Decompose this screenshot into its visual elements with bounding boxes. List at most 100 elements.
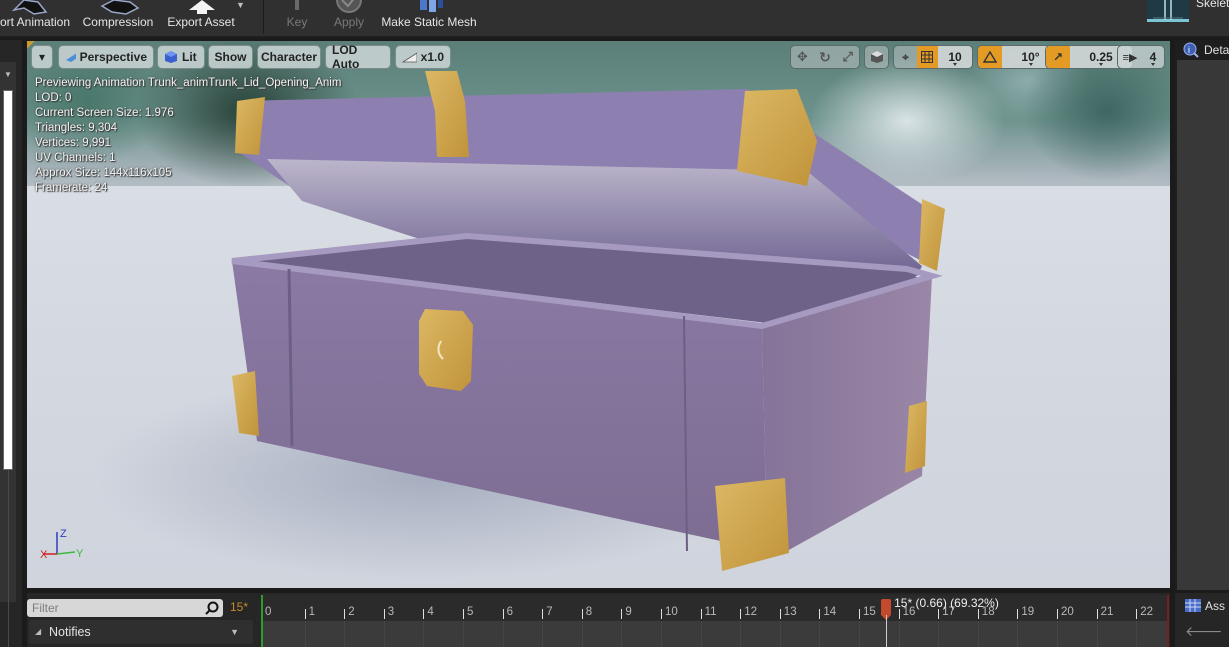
scale-mode-button[interactable]: ⤢ — [836, 46, 859, 68]
axis-gizmo-icon: Z Y X — [40, 528, 84, 561]
timeline-tick-label: 8 — [585, 606, 593, 618]
timeline-gridline — [581, 621, 583, 647]
notifies-track-header[interactable]: ◢ Notifies ▼ — [29, 620, 253, 644]
timeline-tick-label: 4 — [427, 606, 434, 618]
notifies-label: Notifies — [49, 625, 91, 639]
timeline-track[interactable]: 0 1 2 3 4 5 6 7 8 9 10 11 12 13 14 15 16 17 18 19 20 21 22 15*… — [261, 595, 1169, 647]
notifies-dropdown-icon[interactable]: ▼ — [230, 620, 239, 644]
camera-speed-value-label: 4 — [1149, 50, 1157, 64]
timeline-gridline — [621, 621, 623, 647]
key-icon — [295, 0, 299, 10]
compression-icon — [100, 0, 140, 15]
collapse-triangle-icon[interactable]: ◢ — [35, 620, 41, 644]
details-panel-body — [1177, 60, 1229, 590]
timeline-tick — [621, 609, 623, 619]
timeline-tick — [661, 609, 662, 619]
key-button[interactable]: Key — [280, 0, 314, 36]
make-static-mesh-button[interactable]: Make Static Mesh — [380, 0, 478, 36]
timeline-tick — [779, 609, 781, 619]
coordinate-system-button[interactable] — [864, 45, 889, 69]
axis-z-label: Z — [60, 528, 67, 540]
surface-snap-icon: ⌖ — [902, 49, 909, 64]
transform-mode-group: ✥ ↻ ⤢ — [790, 45, 860, 69]
toolbar-label: Compression — [82, 15, 154, 29]
make-static-mesh-icon — [420, 0, 443, 12]
timeline-gridline — [304, 621, 306, 647]
timeline-tick — [304, 609, 306, 619]
notifies-track-body[interactable] — [263, 621, 1169, 647]
timeline-tick — [700, 609, 702, 619]
playback-speed-label: x1.0 — [420, 50, 444, 64]
angle-icon — [983, 51, 997, 63]
preview-viewport[interactable]: ▾ Perspective Lit Show Character LOD Aut… — [27, 41, 1170, 588]
move-arrows-icon: ✥ — [796, 49, 808, 64]
camera-speed-button[interactable]: ≡▶ 4 — [1117, 45, 1165, 69]
rotate-mode-button[interactable]: ↻ — [814, 46, 837, 68]
timeline-gridline — [423, 621, 425, 647]
timeline-gridline — [740, 621, 742, 647]
playback-speed-button[interactable]: x1.0 — [395, 45, 451, 69]
grid-icon — [921, 51, 934, 63]
character-button[interactable]: Character — [257, 45, 321, 69]
surface-snap-button[interactable]: ⌖ — [894, 46, 917, 68]
playhead-scrubber[interactable] — [881, 599, 892, 620]
perspective-button[interactable]: Perspective — [58, 45, 154, 69]
timeline-gridline — [977, 621, 979, 647]
asset-browser-tab[interactable]: Ass — [1185, 597, 1225, 615]
timeline-tick — [344, 609, 346, 619]
compression-button[interactable]: Compression — [80, 0, 156, 36]
camera-speed-icon-wrap: ≡▶ — [1118, 46, 1142, 68]
skeleton-thumbnail[interactable] — [1147, 0, 1189, 22]
asset-browser-label: Ass — [1205, 599, 1226, 613]
translate-mode-button[interactable]: ✥ — [791, 46, 814, 68]
left-panel-dropdown-arrow[interactable]: ▼ — [4, 70, 12, 79]
vertices-text: Vertices: 9,991 — [35, 137, 112, 149]
asset-nav: 🡐🡒 — [1185, 623, 1229, 640]
timeline-end-marker[interactable] — [1167, 595, 1169, 647]
timeline-tick-label: 1 — [308, 606, 315, 618]
scale-snap-toggle[interactable]: ↗ — [1046, 46, 1070, 68]
timeline-tick-label: 6 — [506, 606, 513, 618]
show-label: Show — [214, 50, 247, 64]
timeline-tick — [1096, 609, 1098, 619]
export-asset-button[interactable]: Export Asset — [163, 0, 239, 36]
grid-snap-value[interactable]: 10 — [938, 46, 972, 68]
timeline-filter-input[interactable]: Filter — [27, 599, 223, 617]
approx-size-text: Approx Size: 144x116x105 — [35, 167, 172, 179]
rotation-snap-toggle[interactable] — [978, 46, 1002, 68]
export-animation-icon — [11, 0, 48, 15]
timeline-tick — [938, 609, 940, 619]
timeline-tick-label: 14 — [823, 606, 837, 618]
camera-speed-icon: ≡▶ — [1122, 51, 1138, 64]
timeline-ruler[interactable]: 0 1 2 3 4 5 6 7 8 9 10 11 12 13 14 15 16 17 18 19 20 21 22 — [263, 595, 1169, 621]
left-panel-divider — [8, 470, 9, 647]
show-button[interactable]: Show — [208, 45, 253, 69]
timeline-tick — [819, 609, 821, 619]
timeline-tick-label: 21 — [1100, 606, 1114, 618]
scale-snap-value-label: 0.25 — [1089, 50, 1113, 64]
back-arrow-icon[interactable]: 🡐 — [1185, 623, 1229, 639]
asset-toolbar: ort Animation Compression Export Asset ▼… — [0, 0, 1229, 38]
asset-browser-panel: Ass 🡐🡒 — [1175, 593, 1229, 647]
lit-button[interactable]: Lit — [157, 45, 205, 69]
timeline-tick-label: 15 — [863, 606, 876, 618]
export-animation-button[interactable]: ort Animation — [0, 0, 74, 36]
timeline-tick — [423, 609, 425, 619]
toolbar-separator — [263, 0, 264, 34]
lock-plate — [419, 309, 473, 391]
timeline-tick-label: 12 — [744, 606, 757, 618]
timeline-tick — [383, 609, 385, 619]
viewport-info-overlay: Previewing Animation Trunk_animTrunk_Lid… — [35, 76, 341, 196]
left-panel-scrollbar[interactable] — [3, 90, 13, 470]
lod-button[interactable]: LOD Auto — [325, 43, 391, 71]
toolbar-label: ort Animation — [0, 15, 71, 29]
export-asset-dropdown-arrow[interactable]: ▼ — [236, 0, 245, 10]
grid-snap-toggle[interactable] — [916, 46, 938, 68]
skeleton-mode-label[interactable]: Skelet — [1196, 0, 1229, 10]
apply-button[interactable]: Apply — [330, 0, 368, 36]
timeline-tick — [463, 609, 464, 619]
toolbar-label: Export Asset — [167, 15, 235, 29]
timeline-tick — [502, 609, 504, 619]
timeline-tick-label: 19 — [1021, 606, 1035, 618]
details-tab[interactable]: i Deta — [1175, 40, 1229, 60]
